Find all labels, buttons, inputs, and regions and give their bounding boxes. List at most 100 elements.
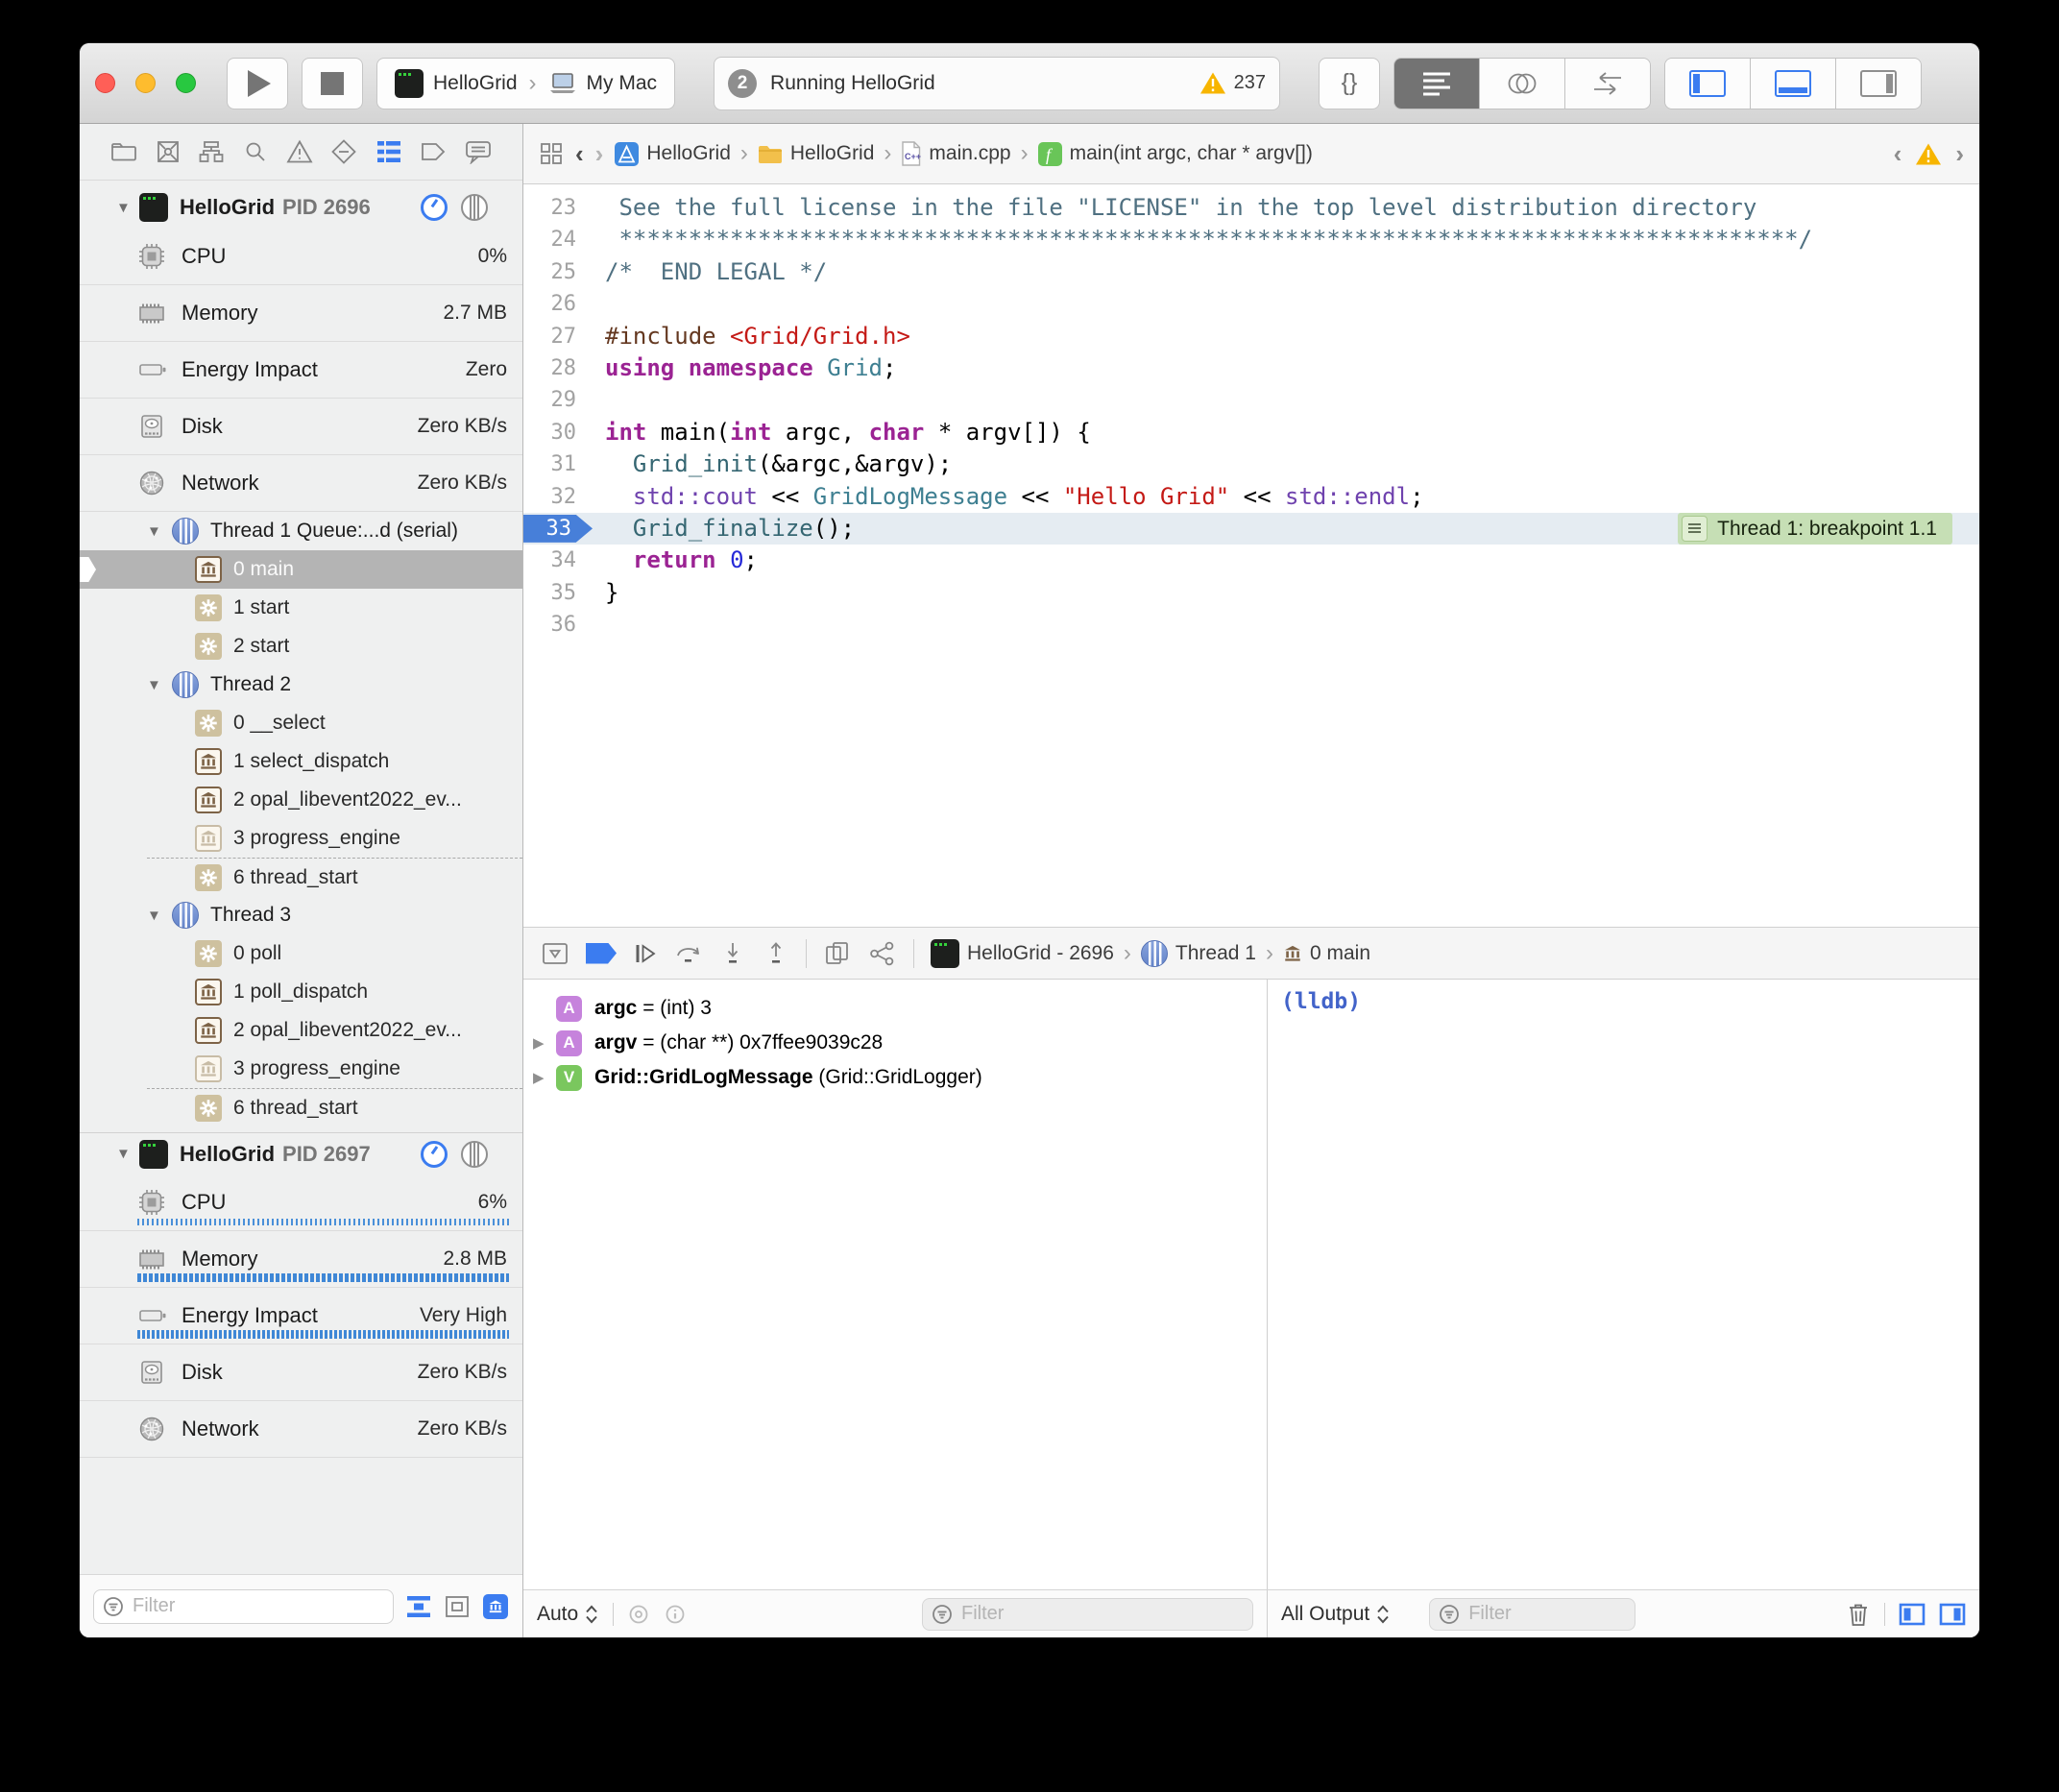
go-forward-button[interactable]: ›	[595, 139, 604, 169]
breakpoint-navigator-icon[interactable]	[420, 140, 447, 163]
code-line[interactable]: 36	[523, 609, 1979, 641]
warning-count[interactable]: 237	[1234, 72, 1266, 94]
stack-frame-row[interactable]: 3 progress_engine	[80, 1050, 522, 1088]
breadcrumb-item[interactable]: HelloGrid	[790, 142, 875, 165]
stack-frame-row[interactable]: 6 thread_start	[147, 1088, 522, 1126]
close-button[interactable]	[95, 73, 115, 93]
symbol-navigator-icon[interactable]	[198, 139, 225, 164]
stack-frame-row[interactable]: 3 progress_engine	[80, 819, 522, 858]
code-line[interactable]: 26	[523, 288, 1979, 320]
related-items-icon[interactable]	[539, 141, 564, 166]
code-line[interactable]: 25/* END LEGAL */	[523, 256, 1979, 288]
breakpoints-enabled-button[interactable]	[586, 943, 617, 964]
continue-button[interactable]	[633, 941, 658, 966]
step-out-button[interactable]	[763, 940, 789, 967]
debug-navigator-icon[interactable]	[375, 139, 402, 164]
issue-navigator-icon[interactable]	[286, 139, 313, 164]
line-number[interactable]: 30	[523, 417, 576, 448]
disclosure-triangle-icon[interactable]: ▼	[147, 908, 161, 924]
process-row[interactable]: ▼HelloGridPID 2697	[80, 1132, 522, 1174]
stack-frame-row[interactable]: 0 main	[80, 550, 522, 589]
test-navigator-icon[interactable]	[330, 138, 357, 165]
code-view[interactable]: 23 See the full license in the file "LIC…	[523, 184, 1979, 927]
variable-row[interactable]: Aargc = (int) 3	[523, 991, 1267, 1026]
find-navigator-icon[interactable]	[243, 139, 268, 164]
gauge-row-network[interactable]: NetworkZero KB/s	[80, 1401, 522, 1458]
code-line[interactable]: 34 return 0;	[523, 545, 1979, 576]
stack-frame-row[interactable]: 2 start	[80, 627, 522, 666]
gauge-row-cpu[interactable]: CPU6%	[80, 1174, 522, 1231]
source-control-navigator-icon[interactable]	[156, 139, 181, 164]
gauge-row-disk[interactable]: DiskZero KB/s	[80, 1344, 522, 1401]
stack-frame-row[interactable]: 0 poll	[80, 934, 522, 973]
filter-frames-button[interactable]	[444, 1594, 471, 1619]
gauge-row-memory[interactable]: Memory2.8 MB	[80, 1231, 522, 1288]
navigator-filter-field[interactable]: Filter	[93, 1589, 394, 1624]
disclosure-triangle-icon[interactable]: ▼	[147, 523, 161, 540]
user-frames-only-button[interactable]	[482, 1594, 509, 1619]
show-variable-button[interactable]	[627, 1603, 650, 1626]
line-number[interactable]: 35	[523, 577, 576, 609]
step-into-button[interactable]	[719, 940, 746, 967]
stack-frame-row[interactable]: 6 thread_start	[147, 858, 522, 896]
line-number[interactable]: 24	[523, 224, 576, 255]
breadcrumb-item[interactable]: main(int argc, char * argv[])	[1070, 142, 1313, 165]
line-number[interactable]: 31	[523, 448, 576, 480]
line-number[interactable]: 27	[523, 321, 576, 352]
disclosure-triangle-icon[interactable]: ▶	[533, 1069, 545, 1086]
view-debugger-button[interactable]	[823, 940, 852, 967]
gauge-row-cpu[interactable]: CPU0%	[80, 229, 522, 285]
line-number[interactable]: 33	[523, 513, 571, 545]
line-number[interactable]: 26	[523, 288, 576, 320]
zoom-button[interactable]	[176, 73, 196, 93]
gauge-row-disk[interactable]: DiskZero KB/s	[80, 399, 522, 455]
debug-crumb-label[interactable]: 0 main	[1310, 942, 1370, 965]
console-filter-field[interactable]: Filter	[1429, 1598, 1635, 1631]
stop-button[interactable]	[302, 58, 363, 109]
disclosure-triangle-icon[interactable]: ▼	[116, 200, 131, 216]
line-number[interactable]: 32	[523, 481, 576, 513]
line-number[interactable]: 28	[523, 352, 576, 384]
stack-frame-row[interactable]: 1 select_dispatch	[80, 742, 522, 781]
line-number[interactable]: 29	[523, 384, 576, 416]
line-number[interactable]: 34	[523, 545, 576, 576]
code-line[interactable]: 24 *************************************…	[523, 224, 1979, 255]
issue-warning-icon[interactable]	[1915, 142, 1942, 166]
stack-frame-row[interactable]: 2 opal_libevent2022_ev...	[80, 1011, 522, 1050]
step-over-button[interactable]	[674, 940, 703, 967]
disclosure-triangle-icon[interactable]: ▼	[116, 1146, 131, 1162]
show-console-view-button[interactable]	[1939, 1603, 1966, 1626]
next-issue-button[interactable]: ›	[1955, 139, 1964, 169]
pause-process-button[interactable]	[461, 1141, 488, 1168]
version-editor-button[interactable]	[1565, 59, 1650, 109]
thread-row[interactable]: ▼Thread 3	[80, 896, 522, 934]
memory-graph-button[interactable]	[868, 940, 897, 967]
minimize-button[interactable]	[135, 73, 156, 93]
line-number[interactable]: 36	[523, 609, 576, 641]
go-back-button[interactable]: ‹	[575, 139, 584, 169]
performance-gauge-button[interactable]	[421, 194, 448, 221]
console-scope-selector[interactable]: All Output	[1281, 1603, 1391, 1626]
thread-row[interactable]: ▼Thread 1 Queue:...d (serial)	[80, 512, 522, 550]
gauge-row-memory[interactable]: Memory2.7 MB	[80, 285, 522, 342]
toggle-debug-area-button[interactable]	[1751, 59, 1836, 109]
stack-frame-row[interactable]: 1 poll_dispatch	[80, 973, 522, 1011]
line-number[interactable]: 25	[523, 256, 576, 288]
toggle-navigator-button[interactable]	[1665, 59, 1751, 109]
assistant-editor-button[interactable]	[1480, 59, 1565, 109]
show-variables-view-button[interactable]	[1899, 1603, 1926, 1626]
project-navigator-icon[interactable]	[110, 140, 137, 163]
standard-editor-button[interactable]	[1394, 59, 1480, 109]
code-line[interactable]: 27#include <Grid/Grid.h>	[523, 321, 1979, 352]
scheme-selector[interactable]: HelloGrid › My Mac	[376, 58, 675, 109]
view-mode-button[interactable]	[405, 1594, 432, 1619]
debug-crumb-label[interactable]: Thread 1	[1175, 942, 1256, 965]
code-line[interactable]: 23 See the full license in the file "LIC…	[523, 192, 1979, 224]
code-line[interactable]: 30int main(int argc, char * argv[]) {	[523, 417, 1979, 448]
hide-debug-area-button[interactable]	[541, 940, 569, 967]
thread-row[interactable]: ▼Thread 2	[80, 666, 522, 704]
run-button[interactable]	[227, 58, 288, 109]
activity-view[interactable]: 2 Running HelloGrid 237	[714, 57, 1280, 110]
disclosure-triangle-icon[interactable]: ▼	[147, 677, 161, 693]
gauge-row-network[interactable]: NetworkZero KB/s	[80, 455, 522, 512]
